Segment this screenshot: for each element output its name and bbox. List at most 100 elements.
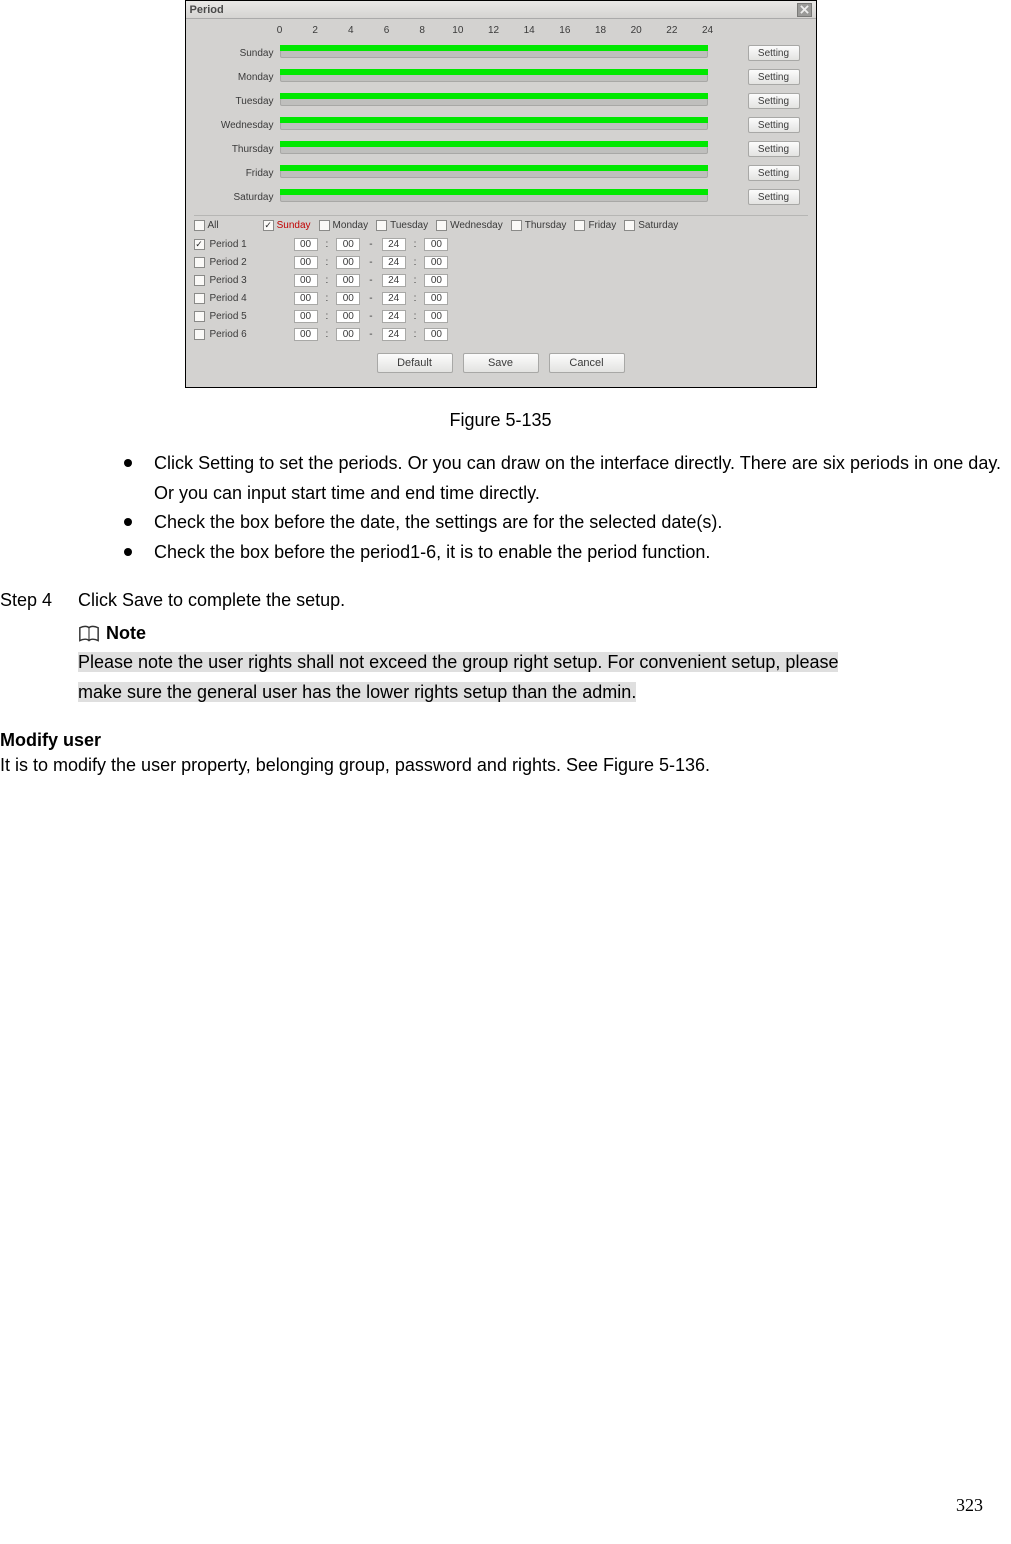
end-hour-input[interactable]: 24 xyxy=(382,256,406,269)
setting-button[interactable]: Setting xyxy=(748,117,800,133)
start-hour-input[interactable]: 00 xyxy=(294,328,318,341)
period-input-rows: Period 100:00-24:00Period 200:00-24:00Pe… xyxy=(194,235,808,343)
checkbox-label: Thursday xyxy=(525,220,567,231)
start-hour-input[interactable]: 00 xyxy=(294,238,318,251)
period-label: Period 3 xyxy=(210,275,264,286)
weekday-checkbox[interactable]: Sunday xyxy=(263,220,311,231)
start-hour-input[interactable]: 00 xyxy=(294,274,318,287)
weekday-checkbox[interactable]: Tuesday xyxy=(376,220,428,231)
period-checkbox[interactable] xyxy=(194,311,205,322)
day-row: FridaySetting xyxy=(194,161,808,185)
time-axis: 024681012141618202224 xyxy=(280,25,708,39)
start-minute-input[interactable]: 00 xyxy=(336,328,360,341)
schedule-bar[interactable] xyxy=(280,165,708,181)
period-label: Period 4 xyxy=(210,293,264,304)
schedule-bar[interactable] xyxy=(280,93,708,109)
end-minute-input[interactable]: 00 xyxy=(424,238,448,251)
weekday-checkbox[interactable]: Saturday xyxy=(624,220,678,231)
axis-tick: 0 xyxy=(277,25,283,36)
weekday-checkbox[interactable]: Thursday xyxy=(511,220,567,231)
period-row: Period 500:00-24:00 xyxy=(194,307,808,325)
start-minute-input[interactable]: 00 xyxy=(336,238,360,251)
step-line: Step 4Click Save to complete the setup. xyxy=(0,586,1001,616)
checkbox[interactable] xyxy=(624,220,635,231)
day-row: Wednesday Setting xyxy=(194,113,808,137)
checkbox-label: Saturday xyxy=(638,220,678,231)
checkbox[interactable] xyxy=(319,220,330,231)
start-minute-input[interactable]: 00 xyxy=(336,292,360,305)
step-text: Click Save to complete the setup. xyxy=(78,590,345,610)
start-minute-input[interactable]: 00 xyxy=(336,274,360,287)
period-checkbox[interactable] xyxy=(194,257,205,268)
default-button[interactable]: Default xyxy=(377,353,453,373)
schedule-bar[interactable] xyxy=(280,69,708,85)
end-minute-input[interactable]: 00 xyxy=(424,328,448,341)
weekday-checkbox[interactable]: Friday xyxy=(574,220,616,231)
page-number: 323 xyxy=(956,1495,983,1516)
start-minute-input[interactable]: 00 xyxy=(336,256,360,269)
dialog-title: Period xyxy=(190,4,224,16)
checkbox[interactable] xyxy=(263,220,274,231)
close-icon[interactable] xyxy=(797,3,812,17)
start-hour-input[interactable]: 00 xyxy=(294,256,318,269)
day-schedule-rows: SundaySettingMondaySettingTuesdaySetting… xyxy=(194,41,808,209)
period-checkbox[interactable] xyxy=(194,293,205,304)
end-hour-input[interactable]: 24 xyxy=(382,292,406,305)
period-dialog: Period 024681012141618202224 SundaySetti… xyxy=(185,0,817,388)
dialog-titlebar: Period xyxy=(186,1,816,19)
start-hour-input[interactable]: 00 xyxy=(294,310,318,323)
axis-tick: 6 xyxy=(384,25,390,36)
period-checkbox[interactable] xyxy=(194,329,205,340)
schedule-bar[interactable] xyxy=(280,45,708,61)
checkbox[interactable] xyxy=(194,220,205,231)
weekday-checkbox[interactable]: Monday xyxy=(319,220,369,231)
setting-button[interactable]: Setting xyxy=(748,165,800,181)
setting-button[interactable]: Setting xyxy=(748,93,800,109)
period-checkbox[interactable] xyxy=(194,239,205,250)
list-item: Click Setting to set the periods. Or you… xyxy=(118,449,1001,508)
end-hour-input[interactable]: 24 xyxy=(382,238,406,251)
note-heading: Note xyxy=(106,623,146,644)
end-hour-input[interactable]: 24 xyxy=(382,310,406,323)
schedule-bar[interactable] xyxy=(280,117,708,133)
start-minute-input[interactable]: 00 xyxy=(336,310,360,323)
setting-button[interactable]: Setting xyxy=(748,69,800,85)
start-hour-input[interactable]: 00 xyxy=(294,292,318,305)
end-minute-input[interactable]: 00 xyxy=(424,292,448,305)
checkbox[interactable] xyxy=(511,220,522,231)
cancel-button[interactable]: Cancel xyxy=(549,353,625,373)
note-line: make sure the general user has the lower… xyxy=(78,682,636,702)
setting-button[interactable]: Setting xyxy=(748,189,800,205)
checkbox[interactable] xyxy=(376,220,387,231)
schedule-bar[interactable] xyxy=(280,141,708,157)
paragraph: It is to modify the user property, belon… xyxy=(0,751,1001,781)
end-hour-input[interactable]: 24 xyxy=(382,274,406,287)
checkbox[interactable] xyxy=(436,220,447,231)
note-body: Please note the user rights shall not ex… xyxy=(78,648,1001,707)
period-label: Period 5 xyxy=(210,311,264,322)
end-minute-input[interactable]: 00 xyxy=(424,256,448,269)
checkbox[interactable] xyxy=(574,220,585,231)
checkbox-label: Tuesday xyxy=(390,220,428,231)
axis-tick: 12 xyxy=(488,25,499,36)
list-item: Check the box before the period1-6, it i… xyxy=(118,538,1001,568)
day-label: Tuesday xyxy=(194,96,280,107)
note-line: Please note the user rights shall not ex… xyxy=(78,652,838,672)
day-row: SundaySetting xyxy=(194,41,808,65)
period-checkbox[interactable] xyxy=(194,275,205,286)
axis-tick: 16 xyxy=(559,25,570,36)
end-minute-input[interactable]: 00 xyxy=(424,274,448,287)
schedule-bar[interactable] xyxy=(280,189,708,205)
weekday-checkbox[interactable]: Wednesday xyxy=(436,220,503,231)
all-checkbox[interactable]: All xyxy=(194,220,219,231)
end-hour-input[interactable]: 24 xyxy=(382,328,406,341)
setting-button[interactable]: Setting xyxy=(748,141,800,157)
save-button[interactable]: Save xyxy=(463,353,539,373)
figure-caption: Figure 5-135 xyxy=(0,410,1001,431)
day-label: Wednesday xyxy=(194,120,280,131)
axis-tick: 4 xyxy=(348,25,354,36)
period-label: Period 1 xyxy=(210,239,264,250)
setting-button[interactable]: Setting xyxy=(748,45,800,61)
end-minute-input[interactable]: 00 xyxy=(424,310,448,323)
axis-tick: 2 xyxy=(312,25,318,36)
